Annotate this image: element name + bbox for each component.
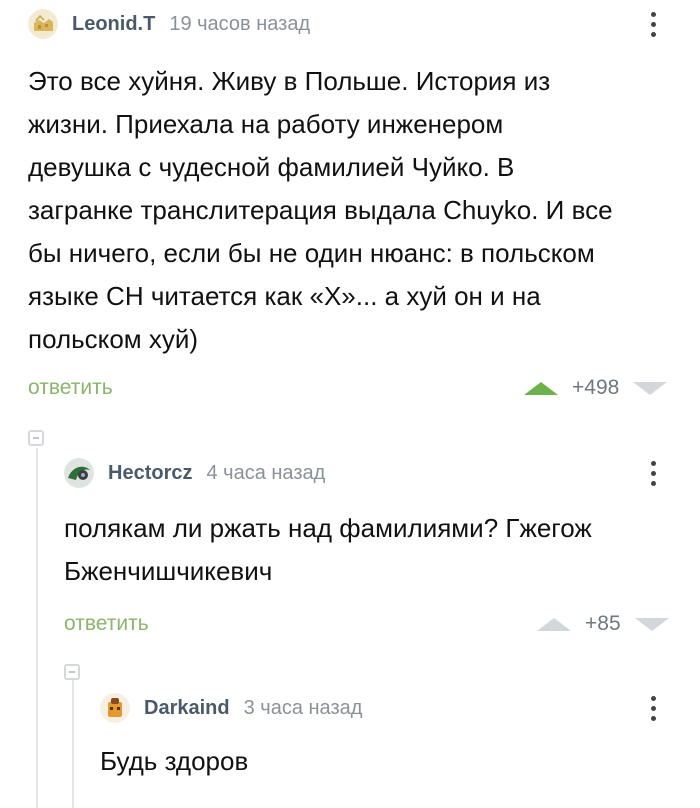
- text-line: Будь здоров: [100, 746, 249, 776]
- text-line: Бженчишчикевич: [64, 556, 273, 586]
- text-line: языке CH читается как «X»... а хуй он и …: [28, 281, 541, 311]
- comment-header: Darkaind 3 часа назад: [100, 690, 680, 726]
- text-line: девушка с чудесной фамилией Чуйко. В: [28, 152, 515, 182]
- comment-time: 19 часов назад: [169, 12, 311, 35]
- collapse-thread-button[interactable]: [28, 430, 44, 446]
- rating-controls: +85: [537, 612, 669, 636]
- reply-button[interactable]: ответить: [64, 612, 149, 636]
- more-options-icon[interactable]: [648, 696, 658, 721]
- comment-text: Это все хуйня. Живу в Польше. История из…: [28, 60, 688, 361]
- author-name[interactable]: Darkaind: [144, 697, 230, 720]
- comment-header: Leonid.T 19 часов назад: [28, 6, 688, 42]
- comment-time: 3 часа назад: [243, 696, 363, 719]
- author-name[interactable]: Hectorcz: [108, 462, 192, 485]
- comment-time: 4 часа назад: [206, 461, 326, 484]
- upvote-icon[interactable]: [537, 617, 571, 631]
- comment-leonid: Leonid.T 19 часов назад Это все хуйня. Ж…: [28, 6, 688, 361]
- text-line: полякам ли ржать над фамилиями? Гжегож: [64, 513, 592, 543]
- avatar[interactable]: [28, 9, 58, 39]
- reply-button[interactable]: ответить: [28, 376, 113, 400]
- comment-header: Hectorcz 4 часа назад: [64, 455, 684, 491]
- avatar[interactable]: [100, 693, 130, 723]
- thread-line-level2: [72, 676, 74, 808]
- rating-score: +498: [572, 376, 620, 399]
- upvote-icon[interactable]: [524, 381, 558, 395]
- thread-line-level1: [36, 448, 38, 808]
- comment-hectorcz: Hectorcz 4 часа назад полякам ли ржать н…: [64, 455, 684, 593]
- text-line: жизни. Приехала на работу инженером: [28, 109, 504, 139]
- comment-text: полякам ли ржать над фамилиями? Гжегож Б…: [64, 507, 684, 593]
- collapse-thread-button[interactable]: [64, 664, 80, 680]
- rating-controls: +498: [524, 376, 668, 400]
- comment-text: Будь здоров: [100, 740, 680, 783]
- text-line: загранке транслитерация выдала Chuyko. И…: [28, 195, 613, 225]
- avatar[interactable]: [64, 458, 94, 488]
- comment-darkaind: Darkaind 3 часа назад Будь здоров: [100, 690, 680, 783]
- text-line: Это все хуйня. Живу в Польше. История из: [28, 66, 551, 96]
- downvote-icon[interactable]: [633, 381, 668, 395]
- rating-score: +85: [585, 612, 621, 635]
- text-line: бы ничего, если бы не один нюанс: в поль…: [28, 238, 595, 268]
- downvote-icon[interactable]: [634, 617, 669, 631]
- more-options-icon[interactable]: [648, 12, 658, 37]
- author-name[interactable]: Leonid.T: [72, 13, 155, 36]
- more-options-icon[interactable]: [648, 461, 658, 486]
- text-line: польском хуй): [28, 324, 199, 354]
